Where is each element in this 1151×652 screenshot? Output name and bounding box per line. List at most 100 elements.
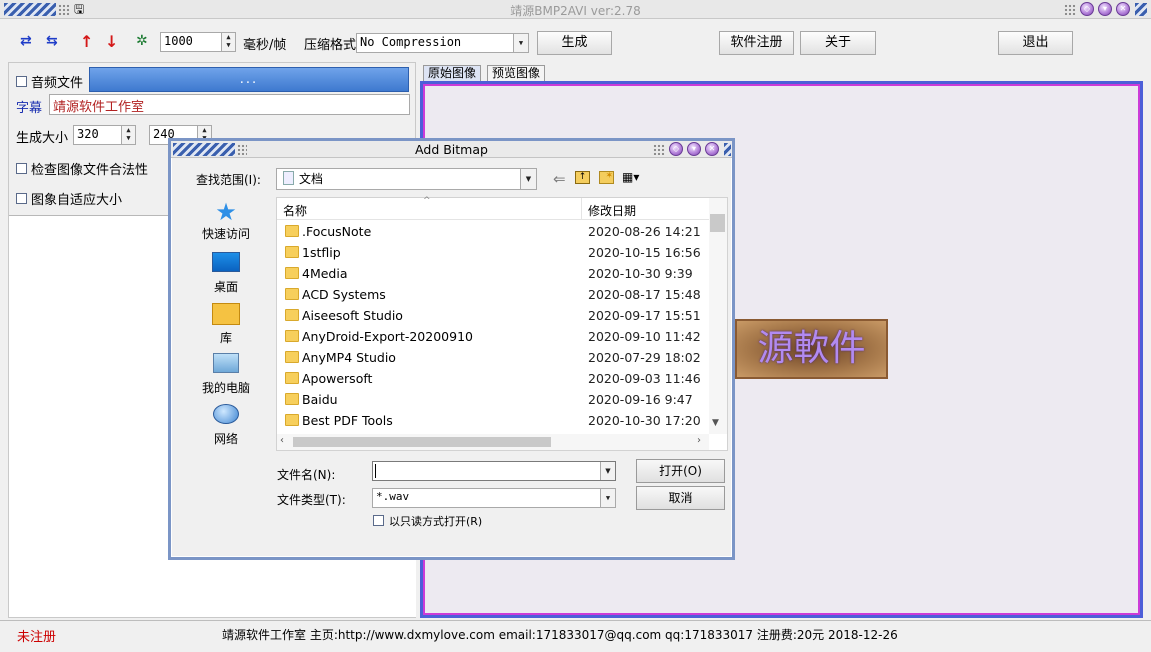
column-date-header[interactable]: 修改日期 (588, 202, 636, 219)
grip-dots-right (1064, 4, 1076, 15)
file-row[interactable]: 4Media 2020-10-30 9:39 (277, 263, 707, 284)
file-row[interactable]: 1stflip 2020-10-15 16:56 (277, 242, 707, 263)
horizontal-scroll-thumb[interactable] (293, 437, 551, 447)
about-button[interactable]: 关于 (800, 31, 876, 55)
file-date: 2020-09-03 11:46 (588, 371, 701, 386)
minimize-icon[interactable]: ▾ (1098, 2, 1112, 16)
dialog-restore-icon[interactable]: ◇ (669, 142, 683, 156)
filename-label: 文件名(N): (277, 468, 336, 482)
close-icon[interactable]: ✕ (1116, 2, 1130, 16)
filename-chevron-icon[interactable]: ▼ (600, 462, 615, 480)
nav-desktop[interactable]: 桌面 (191, 252, 261, 295)
frame-unit-label: 毫秒/帧 (243, 38, 287, 53)
nav-my-computer-label: 我的电脑 (201, 381, 250, 395)
readonly-checkbox[interactable] (373, 515, 384, 526)
view-menu-icon[interactable]: ▦▾ (622, 171, 648, 184)
nav-my-computer[interactable]: 我的电脑 (191, 353, 261, 396)
file-date: 2020-10-30 9:39 (588, 266, 693, 281)
auto-fit-checkbox[interactable] (16, 193, 27, 204)
file-row[interactable]: AnyMP4 Studio 2020-07-29 18:02 (277, 347, 707, 368)
open-button[interactable]: 打开(O) (636, 459, 725, 483)
file-list-header: ^ 名称 修改日期 (277, 196, 709, 220)
nav-network[interactable]: 网络 (191, 404, 261, 447)
audio-checkbox[interactable] (16, 76, 27, 87)
remove-file-icon[interactable]: ⇆ (46, 33, 66, 51)
frame-interval-input[interactable]: 1000 ▲ ▼ (160, 32, 236, 52)
folder-icon (285, 267, 299, 279)
title-bar: 🖫 靖源BMP2AVI ver:2.78 ◇ ▾ ✕ (0, 0, 1151, 19)
vertical-scroll-thumb[interactable] (710, 214, 725, 232)
file-row[interactable]: Best PDF Tools 2020-10-30 17:20 (277, 410, 707, 431)
folder-icon (285, 246, 299, 258)
column-divider (581, 198, 582, 220)
file-row[interactable]: ACD Systems 2020-08-17 15:48 (277, 284, 707, 305)
file-name: Best PDF Tools (302, 413, 393, 428)
filetype-label: 文件类型(T): (277, 493, 346, 507)
file-row[interactable]: Aiseesoft Studio 2020-09-17 15:51 (277, 305, 707, 326)
new-folder-icon[interactable]: ✶ (599, 171, 614, 184)
compression-value: No Compression (360, 35, 462, 49)
file-date: 2020-10-15 16:56 (588, 245, 701, 260)
move-down-icon[interactable]: ↓ (105, 32, 119, 51)
file-row[interactable]: Apowersoft 2020-09-03 11:46 (277, 368, 707, 389)
filetype-select[interactable]: *.wav ▼ (372, 488, 616, 508)
dialog-grip-dots-right (653, 144, 665, 155)
up-folder-icon[interactable]: ↑ (575, 171, 590, 184)
filetype-chevron-icon[interactable]: ▼ (600, 489, 615, 507)
folder-icon (285, 309, 299, 321)
frame-interval-spinner[interactable]: ▲ ▼ (221, 33, 235, 51)
width-spinner[interactable]: ▲ ▼ (121, 126, 135, 144)
file-name: 1stflip (302, 245, 341, 260)
library-icon (212, 303, 240, 325)
tab-preview-image[interactable]: 预览图像 (487, 65, 546, 82)
audio-browse-button[interactable]: ... (89, 67, 409, 92)
tab-original-image[interactable]: 原始图像 (423, 65, 482, 82)
file-row[interactable]: .FocusNote 2020-08-26 14:21 (277, 221, 707, 242)
dialog-close-icon[interactable]: ✕ (705, 142, 719, 156)
check-image-checkbox[interactable] (16, 163, 27, 174)
filename-input[interactable]: ▼ (372, 461, 616, 481)
lookin-chevron-icon[interactable]: ▼ (520, 169, 536, 189)
file-row[interactable]: Baidu 2020-09-16 9:47 (277, 389, 707, 410)
file-date: 2020-09-17 15:51 (588, 308, 701, 323)
star-icon: ★ (215, 198, 237, 226)
vertical-scrollbar[interactable]: ▼ (709, 198, 727, 434)
horizontal-scrollbar[interactable]: ‹ › (277, 434, 709, 450)
scroll-left-icon[interactable]: ‹ (280, 435, 284, 446)
file-name: ACD Systems (302, 287, 386, 302)
file-date: 2020-10-30 17:20 (588, 413, 701, 428)
subtitle-input[interactable]: 靖源软件工作室 (49, 94, 410, 115)
cancel-button[interactable]: 取消 (636, 486, 725, 510)
file-list[interactable]: ^ 名称 修改日期 .FocusNote 2020-08-26 14:21 1st… (276, 196, 728, 451)
dialog-minimize-icon[interactable]: ▾ (687, 142, 701, 156)
file-name: AnyMP4 Studio (302, 350, 396, 365)
status-info: 靖源软件工作室 主页:http://www.dxmylove.com email… (222, 628, 898, 642)
nav-library[interactable]: 库 (191, 303, 261, 346)
exit-button[interactable]: 退出 (998, 31, 1073, 55)
width-input[interactable]: 320 ▲ ▼ (73, 125, 136, 145)
lookin-select[interactable]: 文档 ▼ (276, 168, 537, 190)
file-name: AnyDroid-Export-20200910 (302, 329, 473, 344)
move-up-icon[interactable]: ↑ (80, 32, 94, 51)
compression-select[interactable]: No Compression ▼ (356, 33, 529, 53)
filetype-value: *.wav (376, 490, 410, 503)
scroll-right-icon[interactable]: › (697, 435, 701, 446)
restore-icon[interactable]: ◇ (1080, 2, 1094, 16)
add-file-icon[interactable]: ⇄ (20, 33, 40, 51)
folder-icon (285, 414, 299, 426)
file-date: 2020-08-26 14:21 (588, 224, 701, 239)
file-row[interactable]: AnyDroid-Export-20200910 2020-09-10 11:42 (277, 326, 707, 347)
scroll-down-icon[interactable]: ▼ (712, 418, 719, 428)
register-button[interactable]: 软件注册 (719, 31, 794, 55)
compress-label: 压缩格式 (304, 38, 357, 53)
dialog-title: Add Bitmap (415, 142, 488, 157)
shuffle-icon[interactable]: ✲ (136, 33, 154, 51)
dialog-title-bar: Add Bitmap ◇ ▾ ✕ (171, 141, 732, 158)
file-name: 4Media (302, 266, 348, 281)
file-date: 2020-09-10 11:42 (588, 329, 701, 344)
back-icon[interactable]: ⇐ (553, 170, 566, 188)
chevron-down-icon[interactable]: ▼ (513, 34, 528, 52)
generate-button[interactable]: 生成 (537, 31, 612, 55)
nav-quick-access[interactable]: ★ 快速访问 (191, 199, 261, 242)
column-name-header[interactable]: 名称 (283, 202, 307, 219)
